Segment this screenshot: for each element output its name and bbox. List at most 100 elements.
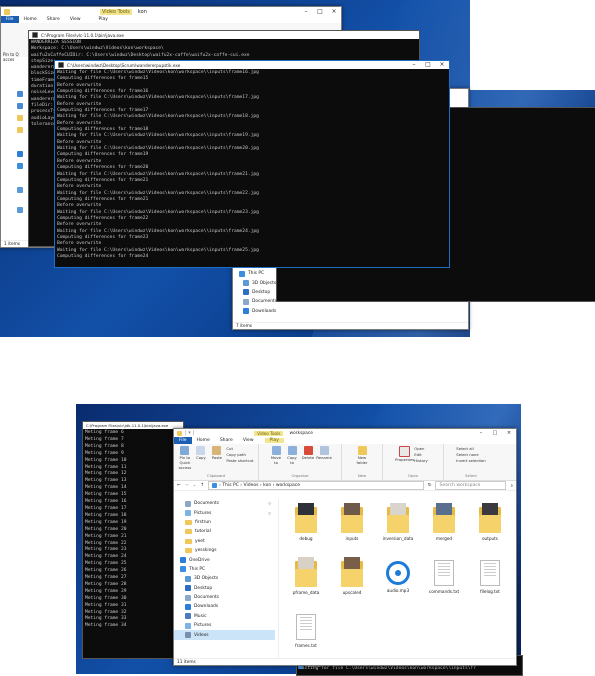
tab-share[interactable]: Share [42,17,65,22]
folder-icon [295,503,317,533]
nav-item-firstrun[interactable]: firstrun [174,518,275,527]
nav-documents[interactable]: Documents [237,297,277,306]
cloud-icon [17,151,23,157]
cut-button[interactable]: Cut [226,446,253,451]
nav-item-yeet[interactable]: yeet [174,537,275,546]
nav-label: Downloads [194,604,219,610]
pin-quick-access-button[interactable]: Pin to Quick access [178,446,191,470]
tab-file[interactable]: File [1,16,19,23]
minimize-icon[interactable]: – [407,61,421,69]
back-arrow-icon[interactable]: ← [177,483,181,488]
copy-to-button[interactable]: Copy to [286,446,299,465]
copy-path-button[interactable]: Copy path [226,452,253,457]
close-icon[interactable]: × [502,429,516,437]
nav-item-pictures[interactable]: Pictures [174,621,275,630]
rename-button[interactable]: Rename [316,446,332,465]
file-item-inputs[interactable]: inputs [332,503,372,549]
explorer-back-titlebar[interactable]: Video Tools kon – □ × [1,7,341,16]
paste-button[interactable]: Paste [210,446,223,470]
minimize-icon[interactable]: – [474,429,488,437]
file-item-debug[interactable]: debug [286,503,326,549]
console-titlebar[interactable]: C:\Program Files\vlc-11.0.1\bin\java.exe [29,31,419,39]
clipboard-group-label: Clipboard [206,473,226,478]
breadcrumb-kon[interactable]: kon [263,483,271,488]
nav-item-desktop[interactable]: Desktop [174,584,275,593]
tab-file[interactable]: File [174,437,192,444]
move-to-button[interactable]: Move to [270,446,283,465]
file-item-audio-mp3[interactable]: audio.mp3 [378,557,418,603]
explorer-titlebar[interactable]: | ▾ | Video Tools workspace – □ × [174,429,516,437]
nav-desktop[interactable]: Desktop [237,288,277,297]
breadcrumb-workspace[interactable]: workspace [276,483,300,488]
file-item-inversion-data[interactable]: inversion_data [378,503,418,549]
nav-item-tutorial[interactable]: tutorial [174,527,275,536]
nav-item-documents[interactable]: Documents ⚲ [174,499,275,508]
manage-tab[interactable]: Video Tools [254,430,284,436]
file-item-outputs[interactable]: outputs [470,503,510,549]
nav-item-videos[interactable]: Videos [174,630,275,640]
new-folder-button[interactable]: New folder [356,446,369,465]
file-item-filelog-txt[interactable]: filelog.txt [470,557,510,603]
file-item-upscaled[interactable]: upscaled [332,557,372,603]
delete-button[interactable]: Delete [302,446,315,465]
select-all-button[interactable]: Select all [456,446,485,451]
tab-view[interactable]: View [65,17,86,22]
tab-home[interactable]: Home [19,17,42,22]
minimize-icon[interactable]: – [299,7,313,16]
nav-item-this-pc[interactable]: This PC [174,565,275,574]
edit-button[interactable]: Edit [414,452,428,457]
file-item-merged[interactable]: merged [424,503,464,549]
nav-item-downloads[interactable]: Downloads [174,602,275,611]
nav-this-pc[interactable]: This PC [237,269,277,278]
breadcrumb-videos[interactable]: Videos [244,483,259,488]
nav-item-3d-objects[interactable]: 3D Objects [174,574,275,583]
paste-shortcut-button[interactable]: Paste shortcut [226,458,253,463]
nav-label: This PC [248,271,265,277]
search-input[interactable]: Search workspace [435,481,507,490]
console-titlebar[interactable]: C:\Program Files\vlc\jdk-11.0.1\bin\java… [83,422,183,429]
nav-item-music[interactable]: Music [174,612,275,621]
file-item-frames-txt[interactable]: frames.txt [286,611,326,657]
select-none-button[interactable]: Select none [456,452,485,457]
forward-arrow-icon[interactable]: → [185,483,189,488]
maximize-icon[interactable]: □ [488,429,502,437]
console-line: Meting frame 8 [85,443,124,449]
breadcrumb[interactable]: › This PC › Videos › kon › workspace [208,481,424,490]
nav-item-pictures[interactable]: Pictures ⚲ [174,508,275,517]
chevron-down-icon[interactable]: ⌄ [193,483,197,488]
bottom-console-window[interactable]: C:\Program Files\vlc\jdk-11.0.1\bin\java… [82,421,184,659]
tab-home[interactable]: Home [192,438,215,443]
invert-selection-button[interactable]: Invert selection [456,458,485,463]
nav-item-yesskings[interactable]: yesskings [174,546,275,555]
nav-3d-objects[interactable]: 3D Objects [237,278,277,287]
maximize-icon[interactable]: □ [421,61,435,69]
maximize-icon[interactable]: □ [313,7,327,16]
bottom-explorer-window[interactable]: | ▾ | Video Tools workspace – □ × File H… [173,428,517,666]
history-button[interactable]: History [414,458,428,463]
nav-item-documents[interactable]: Documents [174,593,275,602]
nav-downloads[interactable]: Downloads [237,307,277,316]
console-line: Meting frame 10 [85,457,127,463]
console-line: Meting frame 19 [85,519,127,525]
pc-icon [239,270,245,277]
nav-item-onedrive[interactable]: OneDrive [174,555,275,564]
tab-play[interactable]: Play [94,17,113,22]
console-window-overlay[interactable]: C:\Users\windwz\Desktop\Scrum\wandererpu… [54,60,450,268]
file-item-commands-txt[interactable]: commands.txt [424,557,464,603]
close-icon[interactable]: × [435,61,449,69]
refresh-icon[interactable]: ↻ [428,483,432,488]
close-icon[interactable]: × [327,7,341,16]
open-button[interactable]: Open [414,446,428,451]
console-line: Computing differences for frame24 [57,253,149,259]
tab-view[interactable]: View [238,438,259,443]
folder-icon [433,503,455,533]
manage-tab[interactable]: Video Tools [100,8,132,15]
up-arrow-icon[interactable]: ↑ [200,483,204,488]
file-item-pframe-data[interactable]: pframe_data [286,557,326,603]
console-titlebar[interactable]: C:\Users\windwz\Desktop\Scrum\wandererpu… [55,61,449,69]
properties-button[interactable]: Properties [395,446,414,463]
copy-button[interactable]: Copy [194,446,207,470]
tab-play[interactable]: Play [264,438,284,443]
breadcrumb-this-pc[interactable]: This PC [222,483,238,488]
tab-share[interactable]: Share [215,438,238,443]
